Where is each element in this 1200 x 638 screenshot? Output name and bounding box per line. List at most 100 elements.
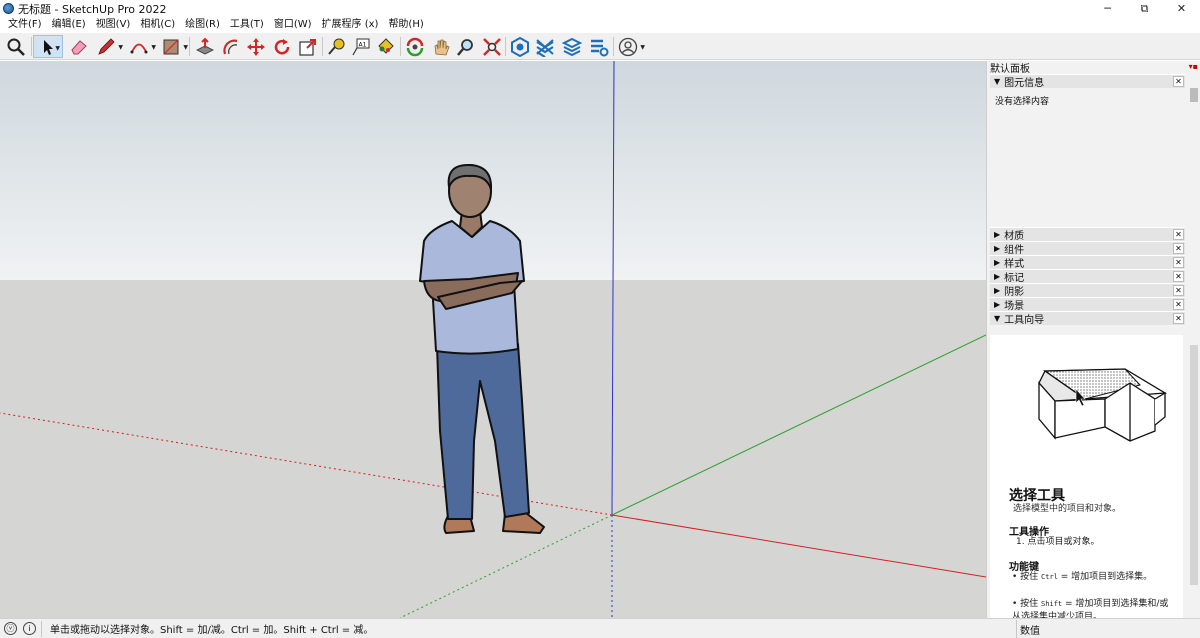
tray-pin-icon[interactable]: ▾▪	[1189, 62, 1198, 71]
menu-help[interactable]: 帮助(H)	[383, 17, 428, 33]
menu-tools[interactable]: 工具(T)	[225, 17, 269, 33]
orbit-icon[interactable]	[403, 35, 427, 58]
panel-instructor[interactable]: ▼ 工具向导 ✕	[990, 311, 1185, 326]
collapsed-arrow-icon: ▶	[994, 286, 1001, 295]
layout-icon[interactable]	[560, 35, 584, 58]
menu-camera[interactable]: 相机(C)	[135, 17, 180, 33]
panel-shadows-label: 阴影	[1004, 287, 1025, 298]
blue-axis	[611, 61, 615, 516]
collapsed-arrow-icon: ▶	[994, 272, 1001, 281]
expanded-arrow-icon: ▼	[994, 314, 1001, 323]
panel-scenes-label: 场景	[1004, 301, 1025, 312]
close-icon[interactable]: ✕	[1173, 243, 1184, 254]
no-selection-text: 没有选择内容	[995, 97, 1050, 107]
panel-shadows[interactable]: ▶ 阴影 ✕	[990, 283, 1185, 298]
panel-entity-info-label: 图元信息	[1004, 78, 1045, 89]
menu-window[interactable]: 窗口(W)	[269, 17, 317, 33]
expanded-arrow-icon: ▼	[994, 77, 1001, 86]
menu-draw[interactable]: 绘图(R)	[180, 17, 225, 33]
panel-components[interactable]: ▶ 组件 ✕	[990, 241, 1185, 256]
panel-materials[interactable]: ▶ 材质 ✕	[990, 227, 1185, 242]
close-icon[interactable]: ✕	[1173, 257, 1184, 268]
modifier-2-key: Shift	[1041, 600, 1063, 608]
text-tool-label: A1	[359, 41, 367, 48]
status-bar: ⓥ i 单击或拖动以选择对象。Shift = 加/减。Ctrl = 加。Shif…	[0, 618, 1200, 638]
menu-bar: 文件(F) 编辑(E) 视图(V) 相机(C) 绘图(R) 工具(T) 窗口(W…	[0, 17, 1200, 33]
status-message: 单击或拖动以选择对象。Shift = 加/减。Ctrl = 加。Shift + …	[50, 625, 374, 636]
modifier-2-pre: 按住	[1020, 599, 1042, 609]
panel-scenes[interactable]: ▶ 场景 ✕	[990, 297, 1185, 312]
eraser-icon[interactable]	[67, 35, 91, 58]
pencil-icon[interactable]: ▼	[94, 35, 123, 58]
3d-warehouse-icon[interactable]	[508, 35, 532, 58]
zoom-icon[interactable]	[454, 35, 478, 58]
close-icon[interactable]: ✕	[1173, 271, 1184, 282]
person-figure	[419, 164, 545, 534]
title-bar: 无标题 - SketchUp Pro 2022 ─ ⧉ ✕	[0, 0, 1200, 17]
panel-instructor-label: 工具向导	[1004, 315, 1045, 326]
instructor-tool-desc: 选择模型中的项目和对象。	[1013, 504, 1122, 514]
panel-tags[interactable]: ▶ 标记 ✕	[990, 269, 1185, 284]
instructor-scrollbar[interactable]	[1189, 335, 1199, 618]
menu-view[interactable]: 视图(V)	[91, 17, 136, 33]
close-icon[interactable]: ✕	[1173, 313, 1184, 324]
extension-warehouse-icon[interactable]	[533, 35, 557, 58]
scale-icon[interactable]	[296, 35, 320, 58]
panel-styles[interactable]: ▶ 样式 ✕	[990, 255, 1185, 270]
instructor-modifier-2: • 按住 Shift = 增加项目到选择集和/或从选择集中减少项目。	[1012, 598, 1172, 618]
collapsed-arrow-icon: ▶	[994, 258, 1001, 267]
collapsed-arrow-icon: ▶	[994, 244, 1001, 253]
entity-info-body: 没有选择内容	[990, 88, 1185, 227]
collapsed-arrow-icon: ▶	[994, 300, 1001, 309]
pan-icon[interactable]	[429, 35, 453, 58]
green-axis	[611, 334, 986, 516]
rotate-icon[interactable]	[270, 35, 294, 58]
measurements-box[interactable]: 数值	[1016, 620, 1200, 638]
sketchup-app-icon	[3, 3, 14, 14]
window-title: 无标题 - SketchUp Pro 2022	[18, 2, 167, 16]
push-pull-icon[interactable]	[193, 35, 217, 58]
text-icon[interactable]: A1	[349, 35, 373, 58]
offset-icon[interactable]	[219, 35, 243, 58]
entity-scrollbar[interactable]	[1189, 74, 1199, 229]
default-tray: 默认面板 ▾▪ ▼ 图元信息 ✕ 没有选择内容 ▶ 材质 ✕ ▶ 组件 ✕ ▶ …	[986, 61, 1200, 618]
close-icon[interactable]: ✕	[1173, 299, 1184, 310]
arc-icon[interactable]: ▼	[127, 35, 156, 58]
zoom-extents-icon[interactable]	[480, 35, 504, 58]
restore-button[interactable]: ⧉	[1126, 0, 1163, 17]
geo-location-icon[interactable]: ⓥ	[4, 622, 17, 635]
measurements-label: 数值	[1020, 625, 1040, 637]
select-arrow-icon[interactable]: ▼	[33, 35, 63, 58]
extension-manager-icon[interactable]	[587, 35, 611, 58]
close-button[interactable]: ✕	[1163, 0, 1200, 17]
model-viewport[interactable]	[0, 61, 986, 618]
info-icon[interactable]: i	[23, 622, 36, 635]
rectangle-icon[interactable]: ▼	[159, 35, 188, 58]
panel-tags-label: 标记	[1004, 273, 1025, 284]
red-axis	[611, 514, 986, 578]
search-icon[interactable]	[4, 35, 28, 58]
close-icon[interactable]: ✕	[1173, 229, 1184, 240]
tray-title: 默认面板 ▾▪	[987, 61, 1200, 75]
panel-entity-info[interactable]: ▼ 图元信息 ✕	[990, 74, 1185, 89]
minimize-button[interactable]: ─	[1089, 0, 1126, 17]
close-icon[interactable]: ✕	[1173, 76, 1184, 87]
paint-bucket-icon[interactable]	[373, 35, 397, 58]
collapsed-arrow-icon: ▶	[994, 230, 1001, 239]
tape-measure-icon[interactable]	[324, 35, 348, 58]
main-toolbar: ▼ ▼ ▼ ▼ A1 ▼	[0, 33, 1200, 60]
select-tool-illustration	[1038, 368, 1168, 442]
instructor-modifier-1: • 按住 Ctrl = 增加项目到选择集。	[1012, 572, 1153, 582]
close-icon[interactable]: ✕	[1173, 285, 1184, 296]
menu-file[interactable]: 文件(F)	[3, 17, 47, 33]
move-icon[interactable]	[244, 35, 268, 58]
account-icon[interactable]: ▼	[616, 35, 645, 58]
menu-extensions[interactable]: 扩展程序 (x)	[317, 17, 384, 33]
menu-edit[interactable]: 编辑(E)	[47, 17, 91, 33]
instructor-content: 选择工具 选择模型中的项目和对象。 工具操作 1. 点击项目或对象。 功能键 •…	[990, 335, 1183, 618]
panel-styles-label: 样式	[1004, 259, 1025, 270]
tray-title-label: 默认面板	[990, 64, 1030, 75]
panel-materials-label: 材质	[1004, 231, 1025, 242]
modifier-1-post: = 增加项目到选择集。	[1057, 572, 1153, 582]
modifier-1-key: Ctrl	[1041, 573, 1058, 581]
